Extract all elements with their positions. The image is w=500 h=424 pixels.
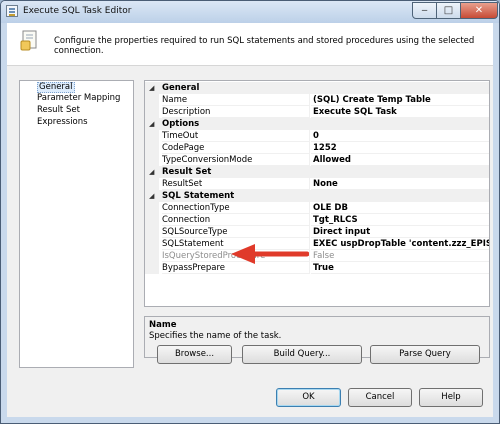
page-navigation-list: General Parameter Mapping Result Set Exp… <box>19 80 134 368</box>
property-row-sqlstatement[interactable]: SQLStatement EXEC uspDropTable 'content.… <box>145 238 489 250</box>
sql-task-icon <box>20 30 37 51</box>
property-row-description[interactable]: Description Execute SQL Task <box>145 106 489 118</box>
collapse-icon[interactable]: ◢ <box>149 83 154 93</box>
property-row-resultset[interactable]: ResultSet None <box>145 178 489 190</box>
category-label: Result Set <box>162 167 212 177</box>
property-row-name[interactable]: Name (SQL) Create Temp Table <box>145 94 489 106</box>
dialog-client: Configure the properties required to run… <box>7 23 493 417</box>
minimize-button[interactable]: ‒ <box>412 2 437 19</box>
nav-item-parameter-mapping[interactable]: Parameter Mapping <box>37 93 120 104</box>
category-label: General <box>162 83 200 93</box>
app-icon <box>6 5 18 17</box>
property-value[interactable]: True <box>311 262 489 274</box>
property-row-bypassprepare[interactable]: BypassPrepare True <box>145 262 489 274</box>
collapse-icon[interactable]: ◢ <box>149 167 154 177</box>
description-text: Specifies the name of the task. <box>149 331 282 341</box>
property-name: CodePage <box>162 142 310 154</box>
property-value: False <box>311 250 489 262</box>
property-value[interactable]: Allowed <box>311 154 489 166</box>
property-name: SQLSourceType <box>162 226 310 238</box>
category-sql-statement[interactable]: ◢ SQL Statement <box>145 190 489 202</box>
category-label: Options <box>162 119 200 129</box>
property-value[interactable]: None <box>311 178 489 190</box>
banner-description: Configure the properties required to run… <box>54 36 475 56</box>
property-value[interactable]: Execute SQL Task <box>311 106 489 118</box>
build-query-button[interactable]: Build Query... <box>242 345 362 364</box>
property-row-codepage[interactable]: CodePage 1252 <box>145 142 489 154</box>
category-options[interactable]: ◢ Options <box>145 118 489 130</box>
property-panel: ◢ General Name (SQL) Create Temp Table D… <box>144 80 490 368</box>
execute-sql-task-editor-window: Execute SQL Task Editor ‒ □ ✕ Configure … <box>0 0 500 424</box>
header-banner: Configure the properties required to run… <box>7 23 493 66</box>
parse-query-button[interactable]: Parse Query <box>370 345 480 364</box>
nav-item-expressions[interactable]: Expressions <box>37 117 88 128</box>
property-name: ResultSet <box>162 178 310 190</box>
nav-item-result-set[interactable]: Result Set <box>37 105 80 116</box>
ok-button[interactable]: OK <box>276 388 341 407</box>
property-value[interactable]: (SQL) Create Temp Table <box>311 94 489 106</box>
property-value[interactable]: 1252 <box>311 142 489 154</box>
browse-button[interactable]: Browse... <box>157 345 232 364</box>
property-value[interactable]: OLE DB <box>311 202 489 214</box>
property-name: Connection <box>162 214 310 226</box>
property-name: TimeOut <box>162 130 310 142</box>
property-name: TypeConversionMode <box>162 154 310 166</box>
property-row-connectiontype[interactable]: ConnectionType OLE DB <box>145 202 489 214</box>
property-grid: ◢ General Name (SQL) Create Temp Table D… <box>144 80 490 307</box>
maximize-button[interactable]: □ <box>436 2 461 19</box>
property-row-typeconversionmode[interactable]: TypeConversionMode Allowed <box>145 154 489 166</box>
category-label: SQL Statement <box>162 191 235 201</box>
description-title: Name <box>149 320 177 330</box>
collapse-icon[interactable]: ◢ <box>149 119 154 129</box>
cancel-button[interactable]: Cancel <box>348 388 412 407</box>
property-row-sqlsourcetype[interactable]: SQLSourceType Direct input <box>145 226 489 238</box>
window-title: Execute SQL Task Editor <box>23 6 132 16</box>
title-bar[interactable]: Execute SQL Task Editor ‒ □ ✕ <box>1 1 499 23</box>
category-result-set[interactable]: ◢ Result Set <box>145 166 489 178</box>
property-value[interactable]: EXEC uspDropTable 'content.zzz_EPISODE' … <box>311 238 489 250</box>
property-name: Description <box>162 106 310 118</box>
property-name: ConnectionType <box>162 202 310 214</box>
property-row-timeout[interactable]: TimeOut 0 <box>145 130 489 142</box>
annotation-arrow-icon <box>231 244 309 264</box>
nav-item-general[interactable]: General <box>37 82 75 93</box>
property-row-isquerystoredprocedure[interactable]: IsQueryStoredProcedure False <box>145 250 489 262</box>
collapse-icon[interactable]: ◢ <box>149 191 154 201</box>
property-name: Name <box>162 94 310 106</box>
property-value[interactable]: 0 <box>311 130 489 142</box>
close-button[interactable]: ✕ <box>460 2 498 19</box>
property-row-connection[interactable]: Connection Tgt_RLCS <box>145 214 489 226</box>
property-value[interactable]: Direct input <box>311 226 489 238</box>
category-general[interactable]: ◢ General <box>145 82 489 94</box>
property-value[interactable]: Tgt_RLCS <box>311 214 489 226</box>
help-button[interactable]: Help <box>419 388 483 407</box>
